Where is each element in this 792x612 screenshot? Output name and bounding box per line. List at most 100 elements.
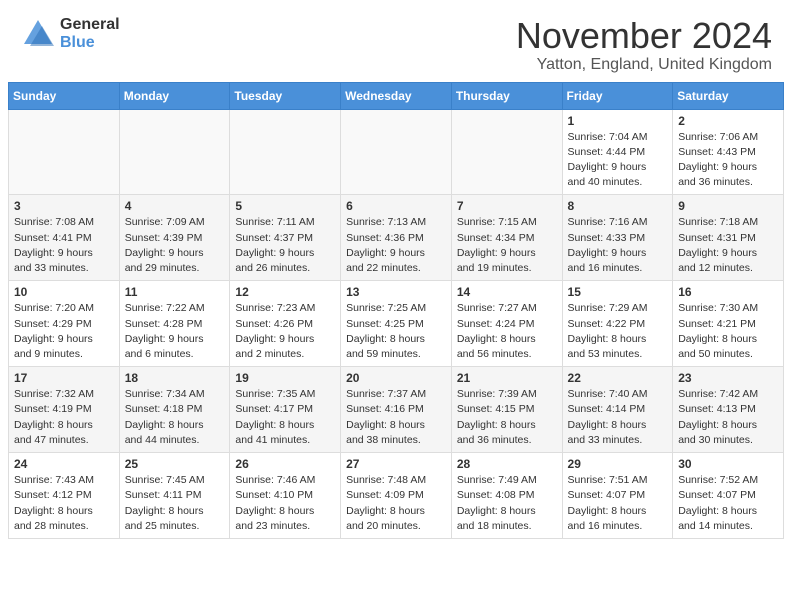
calendar-cell: 17 Sunrise: 7:32 AM Sunset: 4:19 PM Dayli… <box>9 367 120 453</box>
day-number: 30 <box>678 457 778 471</box>
weekday-header-thursday: Thursday <box>451 82 562 109</box>
day-number: 19 <box>235 371 335 385</box>
calendar-week-5: 24 Sunrise: 7:43 AM Sunset: 4:12 PM Dayli… <box>9 453 784 539</box>
calendar-cell <box>230 109 341 195</box>
calendar-week-4: 17 Sunrise: 7:32 AM Sunset: 4:19 PM Dayli… <box>9 367 784 453</box>
logo-text: General Blue <box>60 16 120 51</box>
calendar-cell: 16 Sunrise: 7:30 AM Sunset: 4:21 PM Dayli… <box>673 281 784 367</box>
day-number: 11 <box>125 285 225 299</box>
day-info: Sunrise: 7:42 AM Sunset: 4:13 PM Dayligh… <box>678 387 778 448</box>
day-info: Sunrise: 7:11 AM Sunset: 4:37 PM Dayligh… <box>235 215 335 276</box>
day-info: Sunrise: 7:39 AM Sunset: 4:15 PM Dayligh… <box>457 387 557 448</box>
calendar-cell: 7 Sunrise: 7:15 AM Sunset: 4:34 PM Daylig… <box>451 195 562 281</box>
day-info: Sunrise: 7:46 AM Sunset: 4:10 PM Dayligh… <box>235 473 335 534</box>
calendar-cell: 20 Sunrise: 7:37 AM Sunset: 4:16 PM Dayli… <box>341 367 452 453</box>
calendar-cell <box>341 109 452 195</box>
day-info: Sunrise: 7:09 AM Sunset: 4:39 PM Dayligh… <box>125 215 225 276</box>
calendar-cell: 23Sunrise: 7:42 AM Sunset: 4:13 PM Dayli… <box>673 367 784 453</box>
calendar-cell: 26 Sunrise: 7:46 AM Sunset: 4:10 PM Dayli… <box>230 453 341 539</box>
calendar-wrapper: SundayMondayTuesdayWednesdayThursdayFrid… <box>0 82 792 547</box>
day-info: Sunrise: 7:37 AM Sunset: 4:16 PM Dayligh… <box>346 387 446 448</box>
day-number: 10 <box>14 285 114 299</box>
calendar-cell: 24 Sunrise: 7:43 AM Sunset: 4:12 PM Dayli… <box>9 453 120 539</box>
calendar-cell: 13Sunrise: 7:25 AM Sunset: 4:25 PM Dayli… <box>341 281 452 367</box>
day-number: 7 <box>457 199 557 213</box>
calendar-cell: 27Sunrise: 7:48 AM Sunset: 4:09 PM Dayli… <box>341 453 452 539</box>
day-number: 1 <box>568 114 668 128</box>
day-info: Sunrise: 7:45 AM Sunset: 4:11 PM Dayligh… <box>125 473 225 534</box>
day-number: 20 <box>346 371 446 385</box>
weekday-header-monday: Monday <box>119 82 230 109</box>
day-number: 18 <box>125 371 225 385</box>
day-number: 17 <box>14 371 114 385</box>
day-number: 3 <box>14 199 114 213</box>
calendar-cell: 6 Sunrise: 7:13 AM Sunset: 4:36 PM Daylig… <box>341 195 452 281</box>
weekday-header-saturday: Saturday <box>673 82 784 109</box>
day-info: Sunrise: 7:27 AM Sunset: 4:24 PM Dayligh… <box>457 301 557 362</box>
calendar-week-3: 10 Sunrise: 7:20 AM Sunset: 4:29 PM Dayli… <box>9 281 784 367</box>
weekday-header-wednesday: Wednesday <box>341 82 452 109</box>
day-info: Sunrise: 7:13 AM Sunset: 4:36 PM Dayligh… <box>346 215 446 276</box>
calendar-cell: 19 Sunrise: 7:35 AM Sunset: 4:17 PM Dayli… <box>230 367 341 453</box>
day-number: 27 <box>346 457 446 471</box>
day-info: Sunrise: 7:18 AM Sunset: 4:31 PM Dayligh… <box>678 215 778 276</box>
calendar-cell: 8Sunrise: 7:16 AM Sunset: 4:33 PM Daylig… <box>562 195 673 281</box>
calendar-cell: 1 Sunrise: 7:04 AM Sunset: 4:44 PM Daylig… <box>562 109 673 195</box>
calendar-cell <box>9 109 120 195</box>
day-number: 4 <box>125 199 225 213</box>
calendar-cell <box>451 109 562 195</box>
calendar-cell: 25 Sunrise: 7:45 AM Sunset: 4:11 PM Dayli… <box>119 453 230 539</box>
day-info: Sunrise: 7:23 AM Sunset: 4:26 PM Dayligh… <box>235 301 335 362</box>
location-title: Yatton, England, United Kingdom <box>516 56 772 74</box>
weekday-header-tuesday: Tuesday <box>230 82 341 109</box>
calendar-cell: 29Sunrise: 7:51 AM Sunset: 4:07 PM Dayli… <box>562 453 673 539</box>
day-number: 26 <box>235 457 335 471</box>
calendar-header-row: SundayMondayTuesdayWednesdayThursdayFrid… <box>9 82 784 109</box>
day-info: Sunrise: 7:52 AM Sunset: 4:07 PM Dayligh… <box>678 473 778 534</box>
day-info: Sunrise: 7:08 AM Sunset: 4:41 PM Dayligh… <box>14 215 114 276</box>
day-number: 16 <box>678 285 778 299</box>
calendar: SundayMondayTuesdayWednesdayThursdayFrid… <box>8 82 784 539</box>
calendar-cell: 30 Sunrise: 7:52 AM Sunset: 4:07 PM Dayli… <box>673 453 784 539</box>
title-block: November 2024 Yatton, England, United Ki… <box>516 16 772 74</box>
calendar-cell: 5 Sunrise: 7:11 AM Sunset: 4:37 PM Daylig… <box>230 195 341 281</box>
day-info: Sunrise: 7:04 AM Sunset: 4:44 PM Dayligh… <box>568 130 668 191</box>
day-number: 29 <box>568 457 668 471</box>
day-number: 6 <box>346 199 446 213</box>
calendar-cell: 9 Sunrise: 7:18 AM Sunset: 4:31 PM Daylig… <box>673 195 784 281</box>
day-info: Sunrise: 7:35 AM Sunset: 4:17 PM Dayligh… <box>235 387 335 448</box>
day-info: Sunrise: 7:34 AM Sunset: 4:18 PM Dayligh… <box>125 387 225 448</box>
day-info: Sunrise: 7:32 AM Sunset: 4:19 PM Dayligh… <box>14 387 114 448</box>
day-number: 15 <box>568 285 668 299</box>
calendar-cell: 12 Sunrise: 7:23 AM Sunset: 4:26 PM Dayli… <box>230 281 341 367</box>
day-number: 5 <box>235 199 335 213</box>
calendar-cell: 15Sunrise: 7:29 AM Sunset: 4:22 PM Dayli… <box>562 281 673 367</box>
day-info: Sunrise: 7:06 AM Sunset: 4:43 PM Dayligh… <box>678 130 778 191</box>
day-number: 9 <box>678 199 778 213</box>
calendar-week-2: 3 Sunrise: 7:08 AM Sunset: 4:41 PM Daylig… <box>9 195 784 281</box>
day-number: 21 <box>457 371 557 385</box>
logo-icon <box>20 16 56 52</box>
day-number: 14 <box>457 285 557 299</box>
calendar-cell: 22Sunrise: 7:40 AM Sunset: 4:14 PM Dayli… <box>562 367 673 453</box>
day-number: 13 <box>346 285 446 299</box>
day-info: Sunrise: 7:30 AM Sunset: 4:21 PM Dayligh… <box>678 301 778 362</box>
day-number: 24 <box>14 457 114 471</box>
calendar-cell: 2Sunrise: 7:06 AM Sunset: 4:43 PM Daylig… <box>673 109 784 195</box>
day-info: Sunrise: 7:49 AM Sunset: 4:08 PM Dayligh… <box>457 473 557 534</box>
calendar-cell: 3 Sunrise: 7:08 AM Sunset: 4:41 PM Daylig… <box>9 195 120 281</box>
calendar-cell: 14 Sunrise: 7:27 AM Sunset: 4:24 PM Dayli… <box>451 281 562 367</box>
calendar-cell: 11Sunrise: 7:22 AM Sunset: 4:28 PM Dayli… <box>119 281 230 367</box>
day-number: 12 <box>235 285 335 299</box>
calendar-week-1: 1 Sunrise: 7:04 AM Sunset: 4:44 PM Daylig… <box>9 109 784 195</box>
calendar-cell <box>119 109 230 195</box>
day-info: Sunrise: 7:43 AM Sunset: 4:12 PM Dayligh… <box>14 473 114 534</box>
calendar-cell: 10 Sunrise: 7:20 AM Sunset: 4:29 PM Dayli… <box>9 281 120 367</box>
logo: General Blue <box>20 16 120 52</box>
page-header: General Blue November 2024 Yatton, Engla… <box>0 0 792 82</box>
day-info: Sunrise: 7:20 AM Sunset: 4:29 PM Dayligh… <box>14 301 114 362</box>
day-info: Sunrise: 7:15 AM Sunset: 4:34 PM Dayligh… <box>457 215 557 276</box>
day-number: 25 <box>125 457 225 471</box>
weekday-header-friday: Friday <box>562 82 673 109</box>
month-title: November 2024 <box>516 16 772 56</box>
